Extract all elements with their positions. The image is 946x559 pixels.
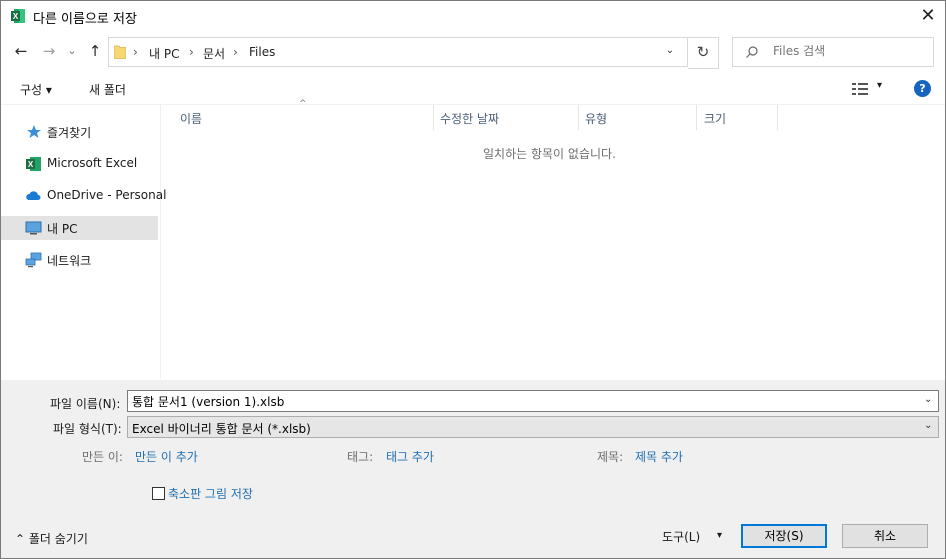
sidebar-item-label: 네트워크 bbox=[47, 254, 92, 268]
view-dropdown-icon[interactable]: ▾ bbox=[877, 80, 882, 91]
search-icon bbox=[746, 46, 758, 58]
add-author-link[interactable]: 만든 이 추가 bbox=[135, 448, 198, 465]
breadcrumb-separator-icon: › bbox=[233, 45, 238, 59]
computer-icon bbox=[25, 221, 42, 235]
folder-icon bbox=[114, 45, 126, 59]
hide-folders-button[interactable]: ⌃ 폴더 숨기기 bbox=[15, 530, 88, 547]
sidebar-item-label: 내 PC bbox=[47, 222, 78, 236]
breadcrumb-documents[interactable]: 문서 bbox=[203, 45, 225, 62]
new-folder-button[interactable]: 새 폴더 bbox=[89, 81, 126, 98]
column-divider[interactable] bbox=[578, 105, 579, 130]
recent-locations-icon[interactable]: ⌄ bbox=[65, 41, 79, 61]
address-bar[interactable]: › 내 PC › 문서 › Files ⌄ bbox=[108, 37, 688, 67]
cancel-button[interactable]: 취소 bbox=[842, 524, 928, 548]
filename-label: 파일 이름(N): bbox=[50, 397, 121, 411]
cloud-icon bbox=[26, 191, 41, 200]
title-label: 제목: bbox=[597, 450, 624, 464]
column-header-size[interactable]: 크기 bbox=[704, 110, 726, 132]
save-thumbnail-checkbox[interactable] bbox=[152, 487, 165, 500]
filetype-label: 파일 형식(T): bbox=[53, 422, 122, 436]
column-header-type[interactable]: 유형 bbox=[585, 110, 607, 132]
add-tag-link[interactable]: 태그 추가 bbox=[386, 448, 434, 465]
save-options-panel: 파일 이름(N): ⌄ 파일 형식(T): Excel 바이너리 통합 문서 (… bbox=[1, 380, 945, 558]
column-header-name[interactable]: 이름 bbox=[180, 110, 202, 132]
column-divider[interactable] bbox=[777, 105, 778, 130]
excel-icon: X bbox=[26, 157, 41, 171]
window-title: 다른 이름으로 저장 bbox=[33, 12, 137, 27]
back-arrow-icon[interactable]: ← bbox=[11, 41, 31, 61]
save-as-dialog: X 다른 이름으로 저장 ✕ ← → ⌄ ↑ › 내 PC › 문서 › Fil… bbox=[0, 0, 946, 559]
add-title-link[interactable]: 제목 추가 bbox=[635, 448, 683, 465]
breadcrumb-separator-icon: › bbox=[133, 45, 138, 59]
help-icon[interactable]: ? bbox=[914, 80, 931, 97]
file-list: ^ 이름 수정한 날짜 유형 크기 일치하는 항목이 없습니다. bbox=[161, 99, 945, 379]
svg-text:X: X bbox=[13, 12, 19, 21]
breadcrumb-my-pc[interactable]: 내 PC bbox=[149, 45, 179, 62]
excel-app-icon: X bbox=[11, 9, 25, 23]
sidebar-item-label: 즐겨찾기 bbox=[47, 126, 92, 140]
empty-message: 일치하는 항목이 없습니다. bbox=[483, 147, 616, 161]
sidebar-item-onedrive[interactable]: OneDrive - Personal bbox=[1, 184, 166, 208]
forward-arrow-icon[interactable]: → bbox=[39, 41, 59, 61]
authors-label: 만든 이: bbox=[82, 450, 123, 464]
sort-ascending-icon: ^ bbox=[299, 99, 307, 109]
filename-field[interactable]: ⌄ bbox=[127, 390, 939, 412]
title-bar: X 다른 이름으로 저장 ✕ bbox=[1, 1, 945, 31]
chevron-down-icon: ⌄ bbox=[924, 420, 933, 431]
sidebar-item-label: Microsoft Excel bbox=[47, 156, 138, 170]
tags-label: 태그: bbox=[347, 450, 374, 464]
up-arrow-icon[interactable]: ↑ bbox=[85, 41, 105, 61]
address-dropdown-icon[interactable]: ⌄ bbox=[663, 44, 677, 58]
search-input[interactable] bbox=[773, 38, 923, 64]
tools-button[interactable]: 도구(L) bbox=[662, 528, 700, 545]
search-box[interactable] bbox=[732, 37, 934, 67]
refresh-icon[interactable]: ↻ bbox=[688, 37, 719, 69]
sidebar-item-favorites[interactable]: 즐겨찾기 bbox=[1, 120, 158, 144]
save-button[interactable]: 저장(S) bbox=[741, 524, 827, 548]
column-divider[interactable] bbox=[433, 105, 434, 130]
chevron-down-icon[interactable]: ⌄ bbox=[924, 394, 932, 405]
command-bar: 구성 ▾ 새 폴더 ▾ ? bbox=[1, 74, 945, 105]
star-icon bbox=[27, 125, 41, 138]
sidebar-item-network[interactable]: 네트워크 bbox=[1, 248, 158, 272]
navigation-pane: 즐겨찾기 X Microsoft Excel OneDrive - Person… bbox=[1, 105, 166, 379]
filetype-value: Excel 바이너리 통합 문서 (*.xlsb) bbox=[132, 422, 311, 436]
close-icon[interactable]: ✕ bbox=[917, 6, 939, 26]
tools-dropdown-icon[interactable]: ▾ bbox=[717, 530, 722, 541]
sidebar-item-label: OneDrive - Personal bbox=[47, 188, 167, 202]
column-header-date-modified[interactable]: 수정한 날짜 bbox=[440, 110, 499, 132]
svg-text:X: X bbox=[28, 160, 34, 169]
save-thumbnail-label[interactable]: 축소판 그림 저장 bbox=[168, 485, 253, 502]
sidebar-item-my-pc[interactable]: 내 PC bbox=[1, 216, 158, 240]
breadcrumb-separator-icon: › bbox=[189, 45, 194, 59]
organize-button[interactable]: 구성 ▾ bbox=[20, 81, 52, 98]
view-options-icon[interactable] bbox=[852, 83, 868, 95]
network-icon bbox=[25, 252, 42, 268]
filetype-select[interactable]: Excel 바이너리 통합 문서 (*.xlsb) ⌄ bbox=[127, 416, 939, 438]
breadcrumb-files[interactable]: Files bbox=[249, 45, 275, 59]
column-divider[interactable] bbox=[696, 105, 697, 130]
filename-input[interactable] bbox=[132, 393, 912, 409]
sidebar-item-microsoft-excel[interactable]: X Microsoft Excel bbox=[1, 152, 158, 176]
